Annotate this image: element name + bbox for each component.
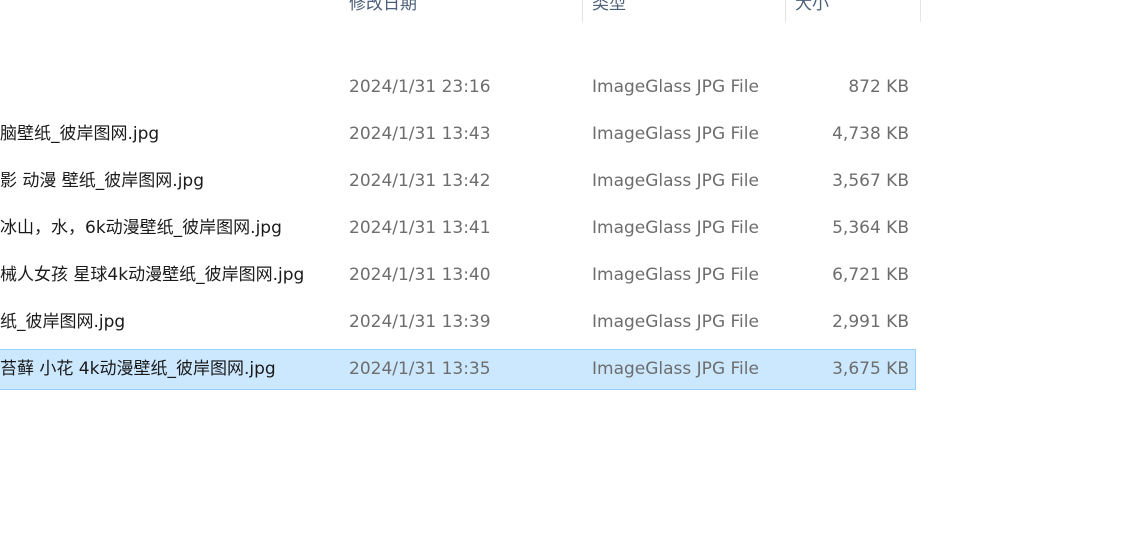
file-date: 2024/1/31 13:42 [349,171,491,191]
column-separator[interactable] [920,0,921,22]
file-type: ImageGlass JPG File [592,359,759,379]
file-date: 2024/1/31 13:40 [349,265,491,285]
file-date: 2024/1/31 23:16 [349,77,491,97]
file-date: 2024/1/31 13:39 [349,312,491,332]
file-row[interactable]: 2024/1/31 23:16 ImageGlass JPG File 872 … [0,67,1131,108]
file-size: 2,991 KB [832,312,909,332]
file-type: ImageGlass JPG File [592,77,759,97]
file-name: 苔藓 小花 4k动漫壁纸_彼岸图网.jpg [0,359,276,379]
file-type: ImageGlass JPG File [592,218,759,238]
file-name: 纸_彼岸图网.jpg [0,312,126,332]
file-date: 2024/1/31 13:41 [349,218,491,238]
file-list: 修改日期 类型 大小 2024/1/31 23:16 ImageGlass JP… [0,0,1131,536]
file-row[interactable]: 械人女孩 星球4k动漫壁纸_彼岸图网.jpg 2024/1/31 13:40 I… [0,255,1131,296]
file-type: ImageGlass JPG File [592,124,759,144]
file-type: ImageGlass JPG File [592,265,759,285]
column-header-type[interactable]: 类型 [583,0,786,22]
file-name: 械人女孩 星球4k动漫壁纸_彼岸图网.jpg [0,265,305,285]
file-date: 2024/1/31 13:43 [349,124,491,144]
file-size: 872 KB [848,77,909,97]
file-type: ImageGlass JPG File [592,171,759,191]
file-row[interactable]: 纸_彼岸图网.jpg 2024/1/31 13:39 ImageGlass JP… [0,302,1131,343]
column-header-size-label: 大小 [795,0,829,14]
column-header-size[interactable]: 大小 [786,0,921,22]
file-rows: 2024/1/31 23:16 ImageGlass JPG File 872 … [0,67,1131,396]
file-name: 脑壁纸_彼岸图网.jpg [0,124,160,144]
file-size: 5,364 KB [832,218,909,238]
file-date: 2024/1/31 13:35 [349,359,491,379]
file-row-selected[interactable]: 苔藓 小花 4k动漫壁纸_彼岸图网.jpg 2024/1/31 13:35 Im… [0,349,1131,390]
file-row[interactable]: 脑壁纸_彼岸图网.jpg 2024/1/31 13:43 ImageGlass … [0,114,1131,155]
file-name: 影 动漫 壁纸_彼岸图网.jpg [0,171,205,191]
file-size: 6,721 KB [832,265,909,285]
file-size: 3,675 KB [832,359,909,379]
column-header-type-label: 类型 [592,0,626,14]
file-size: 3,567 KB [832,171,909,191]
column-header-row: 修改日期 类型 大小 [0,0,1131,22]
file-row[interactable]: 影 动漫 壁纸_彼岸图网.jpg 2024/1/31 13:42 ImageGl… [0,161,1131,202]
file-name: 冰山，水，6k动漫壁纸_彼岸图网.jpg [0,218,282,238]
file-type: ImageGlass JPG File [592,312,759,332]
file-row[interactable]: 冰山，水，6k动漫壁纸_彼岸图网.jpg 2024/1/31 13:41 Ima… [0,208,1131,249]
column-header-date-label: 修改日期 [349,0,417,14]
column-header-date[interactable]: 修改日期 [340,0,583,22]
file-size: 4,738 KB [832,124,909,144]
